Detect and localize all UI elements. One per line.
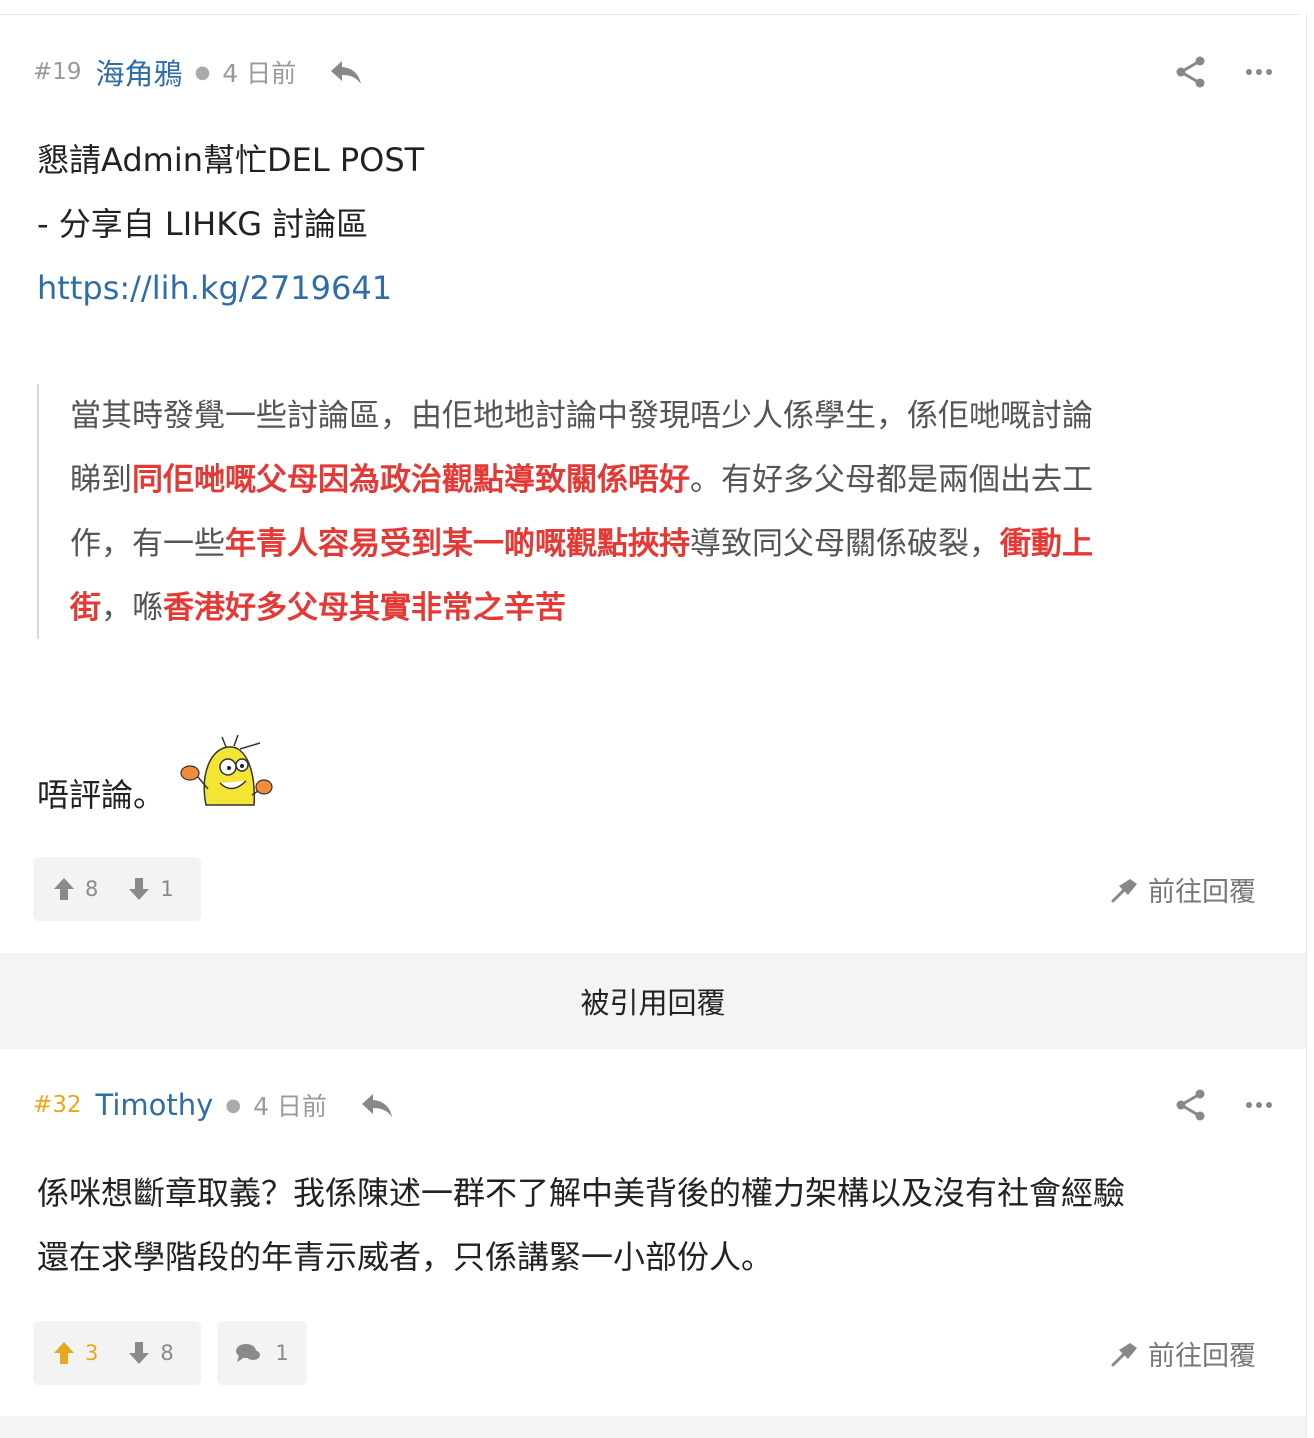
downvote-count: 1 xyxy=(160,877,174,901)
post-32-vote-box: 3 8 xyxy=(33,1321,201,1385)
share-icon[interactable] xyxy=(1175,55,1207,89)
separator-dot: ● xyxy=(194,61,211,83)
content-line: 還在求學階段的年青示威者，只係講緊一小部份人。 xyxy=(37,1238,774,1276)
share-icon[interactable] xyxy=(1175,1088,1207,1122)
quoted-replies-label: 被引用回覆 xyxy=(580,986,726,1020)
downvote-button[interactable]: 8 xyxy=(128,1341,174,1365)
quote-line: 睇到同佢哋嘅父母因為政治觀點導致關係唔好。有好多父母都是兩個出去工 xyxy=(70,462,1093,498)
post-32-content: 係咪想斷章取義？我係陳述一群不了解中美背後的權力架構以及沒有社會經驗 還在求學階… xyxy=(37,1161,1125,1289)
post-32-header: #32 Timothy ● 4 日前 xyxy=(33,1085,1273,1125)
goto-reply-label: 前往回覆 xyxy=(1148,1341,1256,1372)
highlight-text: 同佢哋嘅父母因為政治觀點導致關係唔好 xyxy=(132,462,690,498)
downvote-icon xyxy=(129,878,150,900)
post-19-content: 懇請Admin幫忙DEL POST - 分享自 LIHKG 討論區 https:… xyxy=(37,128,424,320)
comment-icon xyxy=(236,1344,261,1362)
highlight-text: 香港好多父母其實非常之辛苦 xyxy=(163,590,566,626)
content-line: - 分享自 LIHKG 討論區 xyxy=(37,205,369,243)
goto-reply-button[interactable]: 前往回覆 xyxy=(1110,1334,1256,1373)
downvote-count: 8 xyxy=(160,1341,174,1365)
author-name[interactable]: Timothy xyxy=(96,1088,214,1122)
post-number: #19 xyxy=(33,59,82,85)
highlight-text: 年青人容易受到某一啲嘅觀點挾持 xyxy=(225,526,690,562)
more-icon[interactable] xyxy=(1245,68,1273,76)
comment-button[interactable]: 1 xyxy=(217,1321,307,1385)
upvote-count: 3 xyxy=(85,1341,99,1365)
upvote-button[interactable]: 8 xyxy=(53,877,98,901)
highlight-text: 街 xyxy=(70,590,101,626)
post-actions xyxy=(1175,55,1273,89)
bottom-divider xyxy=(0,1416,1306,1438)
post-actions xyxy=(1175,1088,1273,1122)
content-line: 懇請Admin幫忙DEL POST xyxy=(37,141,425,179)
reply-icon[interactable] xyxy=(359,1090,395,1120)
highlight-text: 衝動上 xyxy=(1000,526,1093,562)
goto-reply-icon xyxy=(1111,878,1137,902)
post-time: 4 日前 xyxy=(222,59,297,88)
top-divider xyxy=(0,14,1300,15)
goto-reply-label: 前往回覆 xyxy=(1148,877,1256,908)
quote-line: 作，有一些年青人容易受到某一啲嘅觀點挾持導致同父母關係破裂，衝動上 xyxy=(70,526,1093,562)
more-icon[interactable] xyxy=(1245,1101,1273,1109)
downvote-icon xyxy=(129,1342,150,1364)
shared-link[interactable]: https://lih.kg/2719641 xyxy=(37,256,424,320)
emoji-sticker xyxy=(180,735,273,806)
separator-dot: ● xyxy=(225,1094,242,1116)
quote-block: 當其時發覺一些討論區，由佢地地討論中發現唔少人係學生，係佢哋嘅討論 睇到同佢哋嘅… xyxy=(37,384,1237,639)
quote-line: 當其時發覺一些討論區，由佢地地討論中發現唔少人係學生，係佢哋嘅討論 xyxy=(70,398,1093,434)
upvote-icon xyxy=(54,1342,74,1364)
post-19-vote-box: 8 1 xyxy=(33,857,201,921)
post-number: #32 xyxy=(33,1092,82,1118)
comment-count: 1 xyxy=(275,1341,289,1365)
right-border xyxy=(1306,14,1307,1438)
quote-line: 街，喺香港好多父母其實非常之辛苦 xyxy=(70,590,566,626)
author-name[interactable]: 海角鴉 xyxy=(96,51,183,93)
goto-reply-button[interactable]: 前往回覆 xyxy=(1110,870,1256,909)
downvote-button[interactable]: 1 xyxy=(128,877,174,901)
quoted-replies-bar[interactable]: 被引用回覆 xyxy=(0,953,1306,1049)
reply-icon[interactable] xyxy=(328,57,364,87)
post-19-header: #19 海角鴉 ● 4 日前 xyxy=(33,52,1273,92)
upvote-button[interactable]: 3 xyxy=(53,1341,98,1365)
post-time: 4 日前 xyxy=(253,1092,327,1121)
goto-reply-icon xyxy=(1111,1342,1137,1366)
upvote-count: 8 xyxy=(85,877,99,901)
content-line: 係咪想斷章取義？我係陳述一群不了解中美背後的權力架構以及沒有社會經驗 xyxy=(37,1174,1126,1212)
remark-text: 唔評論。 xyxy=(37,776,166,814)
upvote-icon xyxy=(54,878,74,900)
